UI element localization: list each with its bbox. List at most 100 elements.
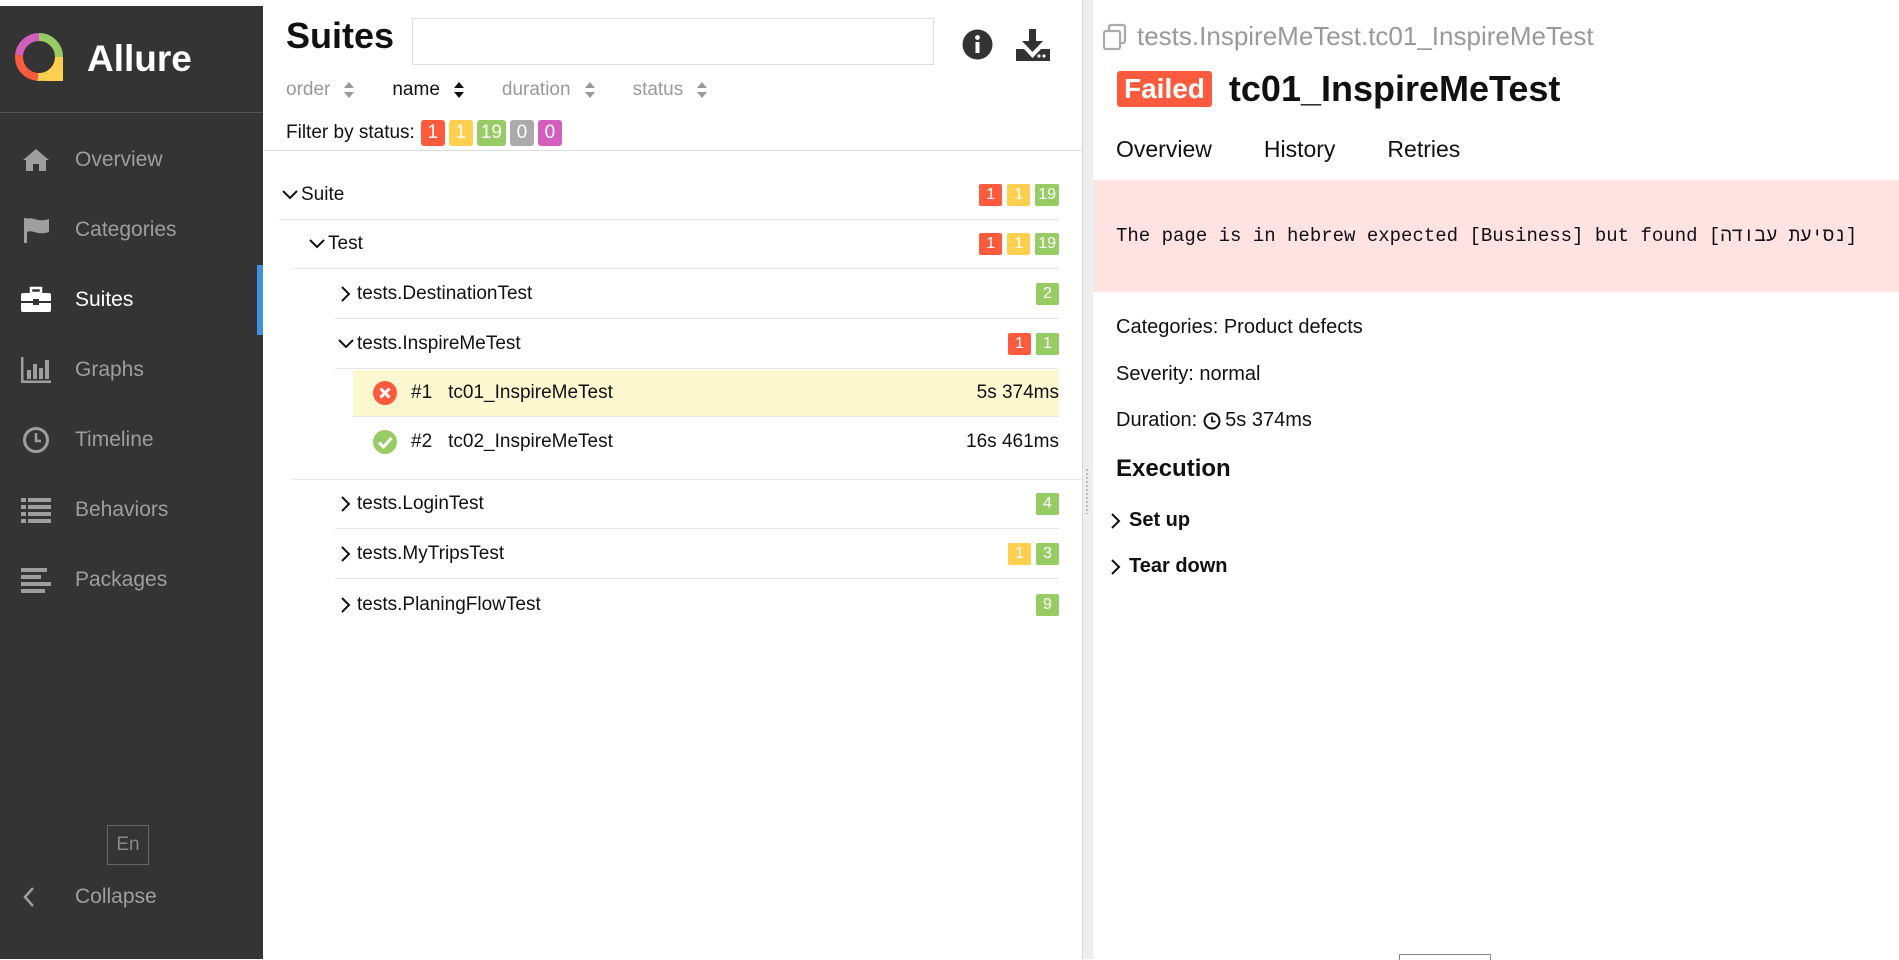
detail-tabs: Overview History Retries — [1093, 130, 1899, 184]
error-message: The page is in hebrew expected [Business… — [1093, 180, 1899, 292]
duration-label: Duration: — [1116, 409, 1198, 431]
step-label: Set up — [1129, 509, 1191, 531]
passed-count-badge: 19 — [1035, 233, 1059, 255]
filter-skipped-badge[interactable]: 0 — [509, 119, 534, 146]
test-case-duration: 5s 374ms — [976, 382, 1059, 403]
sidebar-item-graphs[interactable]: Graphs — [0, 335, 263, 405]
passed-count-badge: 1 — [1036, 333, 1059, 355]
test-case-row-selected[interactable]: #1 tc01_InspireMeTest 5s 374ms — [353, 370, 1059, 417]
tree-node-login-test[interactable]: tests.LoginTest 4 — [335, 480, 1059, 529]
sort-by-name[interactable]: name — [392, 79, 465, 101]
tree-node-label: Suite — [301, 184, 345, 205]
tab-history[interactable]: History — [1241, 130, 1359, 184]
test-case-row[interactable]: #2 tc02_InspireMeTest 16s 461ms — [353, 418, 1059, 465]
sort-icon — [697, 82, 708, 98]
tree-node-destination-test[interactable]: tests.DestinationTest 2 — [335, 270, 1059, 319]
breadcrumb[interactable]: tests.InspireMeTest.tc01_InspireMeTest — [1101, 21, 1594, 52]
broken-count-badge: 1 — [1007, 184, 1031, 206]
briefcase-icon — [18, 285, 54, 315]
teardown-step[interactable]: Tear down — [1111, 555, 1228, 578]
sidebar: Allure Overview Categories Suites Graphs… — [0, 0, 263, 959]
test-title: tc01_InspireMeTest — [1228, 68, 1561, 109]
tree-node-label: tests.LoginTest — [357, 493, 484, 514]
chevron-right-icon — [335, 596, 357, 613]
copy-icon[interactable] — [1101, 23, 1129, 51]
node-status-badges: 2 — [1031, 283, 1059, 305]
failed-count-badge: 1 — [1008, 333, 1031, 355]
node-status-badges: 1 1 19 — [974, 184, 1059, 206]
node-status-badges: 1 3 — [1003, 543, 1059, 565]
splitter-grip-icon[interactable] — [1085, 468, 1090, 514]
test-case-name: tc02_InspireMeTest — [448, 430, 613, 452]
error-text: The page is in hebrew expected [Business… — [1116, 225, 1858, 247]
execution-title: Execution — [1116, 455, 1231, 482]
sidebar-item-suites[interactable]: Suites — [0, 265, 263, 335]
tab-retries[interactable]: Retries — [1364, 130, 1483, 184]
tree-node-planing-flow-test[interactable]: tests.PlaningFlowTest 9 — [335, 580, 1059, 629]
home-icon — [18, 145, 54, 175]
filter-passed-badge[interactable]: 19 — [476, 119, 506, 146]
sort-icon — [453, 82, 464, 98]
sidebar-item-overview[interactable]: Overview — [0, 125, 263, 195]
chevron-left-icon — [22, 886, 46, 908]
chevron-down-icon — [279, 190, 301, 200]
sidebar-item-categories[interactable]: Categories — [0, 195, 263, 265]
passed-count-badge: 3 — [1036, 543, 1059, 565]
setup-step[interactable]: Set up — [1111, 509, 1190, 532]
sidebar-item-label: Behaviors — [75, 498, 169, 521]
tree-node-label: Test — [328, 233, 363, 254]
list-icon — [18, 495, 54, 525]
sort-icon — [344, 82, 355, 98]
brand-name: Allure — [87, 38, 192, 79]
clock-icon — [18, 425, 54, 455]
sidebar-item-label: Suites — [75, 288, 134, 311]
test-case-number: #2 — [411, 430, 433, 452]
status-badge: Failed — [1117, 71, 1212, 107]
test-case-number: #1 — [411, 382, 433, 403]
brand[interactable]: Allure — [0, 6, 263, 113]
test-detail-panel: tests.InspireMeTest.tc01_InspireMeTest F… — [1093, 6, 1899, 959]
test-case-duration: 16s 461ms — [966, 430, 1059, 452]
test-case-name: tc01_InspireMeTest — [448, 382, 613, 403]
search-input[interactable] — [412, 18, 934, 65]
allure-logo-icon — [13, 31, 65, 88]
sort-by-status[interactable]: status — [633, 79, 709, 101]
sort-label: name — [392, 79, 440, 100]
sort-by-order[interactable]: order — [286, 79, 355, 101]
collapse-label: Collapse — [75, 885, 157, 908]
sidebar-item-packages[interactable]: Packages — [0, 545, 263, 615]
clock-icon — [1203, 412, 1221, 429]
status-filter: Filter by status: 1 1 19 0 0 — [264, 115, 1082, 151]
node-status-badges: 4 — [1031, 493, 1059, 515]
sidebar-item-timeline[interactable]: Timeline — [0, 405, 263, 475]
broken-count-badge: 1 — [1007, 233, 1031, 255]
duration-info: Duration: 5s 374ms — [1116, 409, 1312, 432]
sort-label: duration — [501, 79, 571, 100]
horizontal-scrollbar[interactable] — [1399, 954, 1491, 960]
collapse-button[interactable]: Collapse — [22, 885, 157, 909]
chevron-down-icon — [306, 239, 328, 249]
language-switch[interactable]: En — [107, 825, 149, 865]
passed-status-icon — [372, 429, 398, 455]
filter-failed-badge[interactable]: 1 — [420, 119, 445, 146]
sidebar-item-behaviors[interactable]: Behaviors — [0, 475, 263, 545]
tree-node-test[interactable]: Test 1 1 19 — [291, 220, 1059, 269]
passed-count-badge: 2 — [1036, 283, 1059, 305]
sort-label: status — [632, 79, 684, 100]
filter-unknown-badge[interactable]: 0 — [537, 119, 562, 146]
download-icon[interactable] — [1015, 28, 1051, 67]
tree-node-inspire-me-test[interactable]: tests.InspireMeTest 1 1 — [335, 320, 1059, 369]
sort-by-duration[interactable]: duration — [502, 79, 596, 101]
test-title-row: Failed tc01_InspireMeTest — [1117, 68, 1560, 110]
chevron-right-icon — [335, 286, 357, 302]
tree-node-suite[interactable]: Suite 1 1 19 — [279, 171, 1059, 220]
duration-value: 5s 374ms — [1225, 409, 1312, 431]
page-title: Suites — [286, 14, 395, 56]
tab-overview[interactable]: Overview — [1093, 130, 1235, 184]
info-icon[interactable] — [962, 29, 993, 65]
filter-broken-badge[interactable]: 1 — [448, 119, 473, 146]
node-status-badges: 9 — [1031, 593, 1059, 616]
categories-info: Categories: Product defects — [1116, 316, 1363, 338]
tree-node-my-trips-test[interactable]: tests.MyTripsTest 1 3 — [335, 530, 1059, 579]
sidebar-item-label: Packages — [75, 568, 168, 591]
